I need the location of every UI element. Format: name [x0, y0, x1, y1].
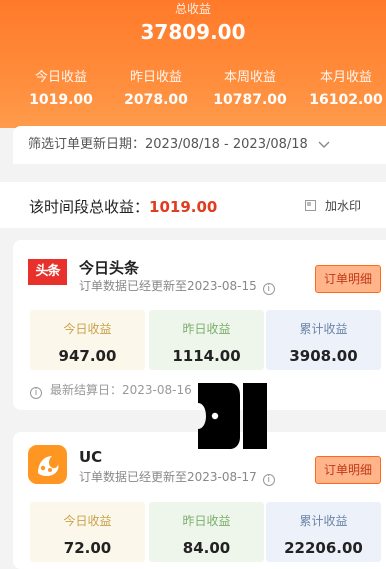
tile-cumulative: 累计收益 22206.00 [266, 502, 381, 562]
uc-logo-icon [28, 445, 67, 484]
platform-name: UC [79, 448, 103, 466]
date-filter-label: 筛选订单更新日期：2023/08/18 - 2023/08/18 [28, 137, 308, 152]
tile-label: 今日收益 [63, 514, 112, 528]
tile-label: 累计收益 [299, 322, 348, 336]
settlement-date: i 最新结算日：2023-08-16 [30, 381, 192, 399]
stat-value: 10787.00 [213, 92, 287, 108]
stat-value: 1019.00 [29, 92, 93, 108]
total-earnings-label: 总收益 [174, 2, 211, 16]
total-earnings-value: 37809.00 [140, 20, 246, 44]
period-earnings-label: 该时间段总收益： [29, 198, 150, 216]
order-detail-button[interactable]: 订单明细 [315, 456, 381, 484]
info-icon[interactable]: i [262, 283, 275, 295]
tile-yesterday: 昨日收益 1114.00 [149, 310, 264, 370]
stat-today: 今日收益 1019.00 [13, 66, 109, 108]
tile-label: 昨日收益 [182, 322, 231, 336]
tile-label: 昨日收益 [182, 514, 231, 528]
order-detail-button[interactable]: 订单明细 [315, 265, 381, 293]
tile-value: 72.00 [63, 539, 112, 557]
watermark-checkbox-icon [305, 200, 316, 211]
watermark-logo-overlay [197, 383, 267, 449]
stat-this-month: 本月收益 16102.00 [298, 66, 386, 108]
tile-value: 947.00 [58, 347, 117, 365]
tile-value: 84.00 [182, 539, 231, 557]
chevron-down-icon [318, 126, 330, 179]
stat-value: 2078.00 [124, 92, 188, 108]
info-icon: i [30, 387, 42, 399]
period-earnings-value: 1019.00 [149, 198, 218, 216]
tile-value: 3908.00 [289, 347, 358, 365]
watermark-label: 加水印 [325, 199, 362, 213]
stat-label: 今日收益 [34, 70, 87, 85]
platform-card-uc: UC 订单数据已经更新至2023-08-17 i 订单明细 今日收益 72.00 … [13, 432, 386, 569]
stat-yesterday: 昨日收益 2078.00 [108, 66, 204, 108]
date-filter-dropdown[interactable]: 筛选订单更新日期：2023/08/18 - 2023/08/18 [13, 126, 386, 164]
info-icon[interactable]: i [262, 474, 275, 486]
earnings-header: 总收益 37809.00 今日收益 1019.00 昨日收益 2078.00 本… [0, 0, 386, 128]
tile-yesterday: 昨日收益 84.00 [149, 502, 264, 562]
period-earnings-row: 该时间段总收益：1019.00 加水印 [0, 182, 386, 228]
stat-label: 昨日收益 [129, 70, 182, 85]
update-status: 订单数据已经更新至2023-08-17 i [79, 468, 275, 486]
stat-this-week: 本周收益 10787.00 [202, 66, 298, 108]
tile-label: 累计收益 [299, 514, 348, 528]
stat-label: 本周收益 [223, 70, 276, 85]
watermark-toggle[interactable]: 加水印 [305, 197, 361, 214]
tile-value: 22206.00 [284, 539, 363, 557]
platform-name: 今日头条 [79, 259, 140, 277]
tile-value: 1114.00 [172, 347, 241, 365]
tile-cumulative: 累计收益 3908.00 [266, 310, 381, 370]
tile-today: 今日收益 72.00 [30, 502, 145, 562]
update-status: 订单数据已经更新至2023-08-15 i [79, 277, 275, 295]
tile-label: 今日收益 [63, 322, 112, 336]
stat-value: 16102.00 [309, 92, 383, 108]
toutiao-logo-icon: 头条 [28, 259, 67, 285]
stat-label: 本月收益 [319, 70, 372, 85]
tile-today: 今日收益 947.00 [30, 310, 145, 370]
